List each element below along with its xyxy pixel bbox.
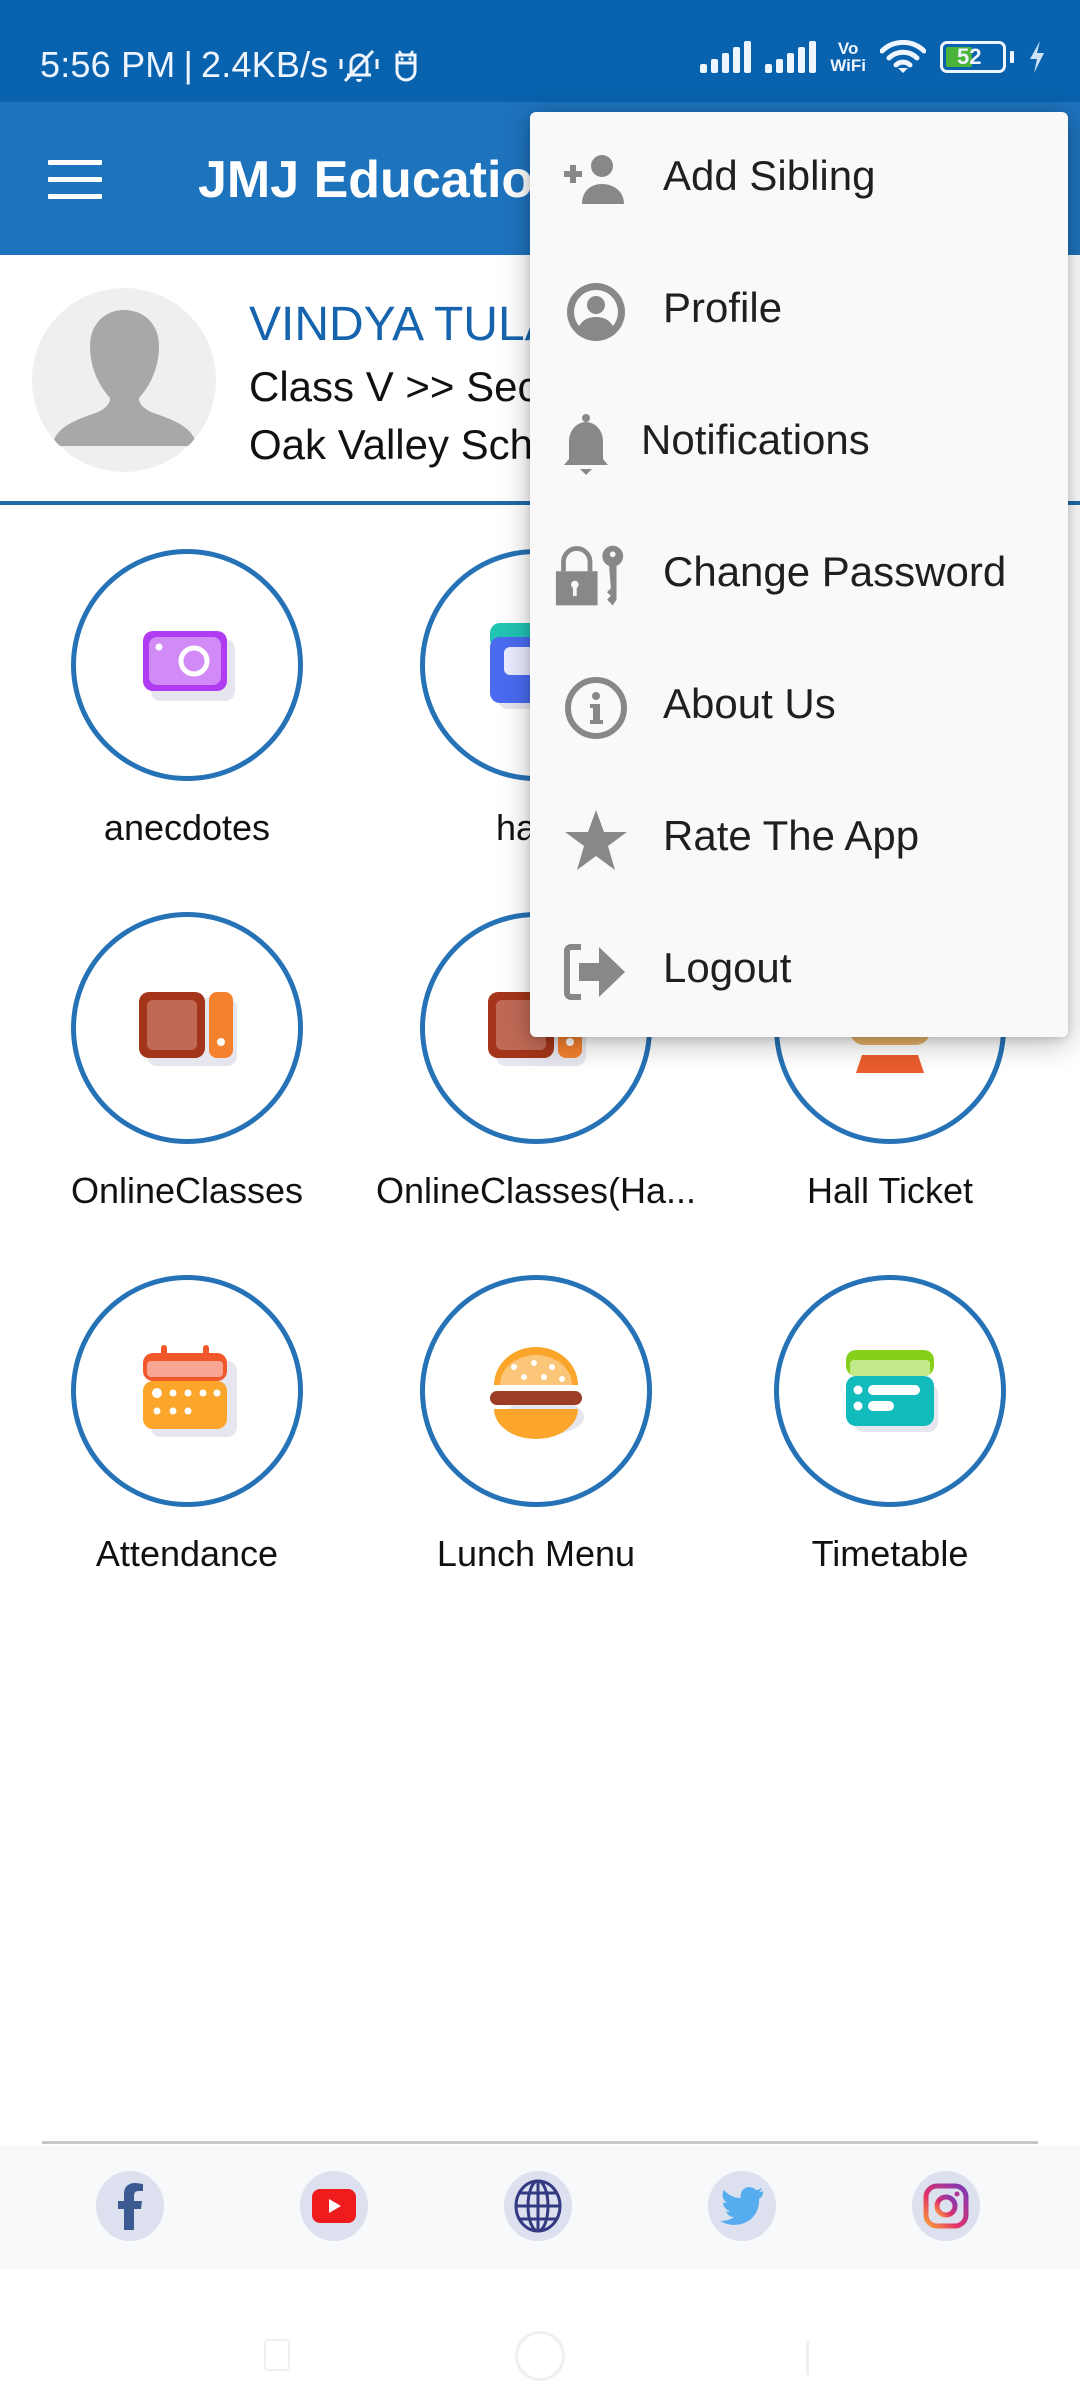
status-separator: | [183, 44, 194, 85]
student-class: Class V >> Sec [249, 363, 539, 410]
tile-ring [420, 1275, 652, 1507]
star-icon [560, 804, 632, 876]
status-left: 5:56 PM | 2.4KB/s [40, 44, 423, 86]
lock-key-icon [554, 540, 626, 612]
home-button[interactable] [515, 2331, 565, 2381]
tile-online-classes[interactable]: OnlineClasses [22, 912, 352, 1242]
tile-anecdotes[interactable]: anecdotes [22, 549, 352, 879]
menu-item-label: Notifications [641, 416, 870, 463]
battery-level: 52 [957, 44, 982, 69]
tile-attendance[interactable]: Attendance [22, 1275, 352, 1605]
tile-ring [71, 549, 303, 781]
tile-label: Lunch Menu [436, 1533, 636, 1574]
tile-label: Hall Ticket [806, 1170, 974, 1211]
facebook-icon[interactable] [96, 2171, 164, 2241]
menu-item-change-password[interactable]: Change Password [530, 508, 1068, 640]
vowifi-icon: Vo WiFi [830, 40, 866, 74]
tile-label: OnlineClasses [70, 1170, 304, 1211]
recents-button[interactable] [264, 2339, 290, 2371]
calendar-icon [143, 1345, 237, 1437]
person-silhouette-icon [52, 310, 197, 446]
menu-item-label: Profile [663, 284, 783, 331]
bell-muted-icon [339, 49, 379, 83]
tile-timetable[interactable]: Timetable [725, 1275, 1055, 1605]
tile-lunch-menu[interactable]: Lunch Menu [371, 1275, 701, 1605]
student-name: VINDYA TULA [249, 298, 557, 351]
vowifi-top: Vo [837, 39, 859, 58]
youtube-icon[interactable] [300, 2171, 368, 2241]
signal-icon [700, 41, 752, 73]
bell-icon [550, 408, 622, 480]
camera-icon [143, 631, 235, 701]
tile-label: Attendance [95, 1533, 279, 1574]
online-classes-icon [139, 992, 237, 1066]
globe-icon[interactable] [504, 2171, 572, 2241]
footer-divider [42, 2141, 1038, 2144]
vowifi-bottom: WiFi [830, 56, 866, 75]
menu-item-rate-the-app[interactable]: Rate The App [530, 772, 1068, 904]
menu-item-label: About Us [663, 680, 836, 727]
student-school: Oak Valley Sch [249, 421, 534, 468]
system-nav-bar [0, 2269, 1080, 2400]
add-person-icon [560, 144, 632, 216]
menu-item-label: Change Password [663, 548, 1007, 595]
social-bar [0, 2145, 1080, 2269]
menu-item-notifications[interactable]: Notifications [530, 376, 1068, 508]
burger-icon [490, 1347, 584, 1439]
tile-ring [71, 1275, 303, 1507]
hamburger-icon[interactable] [48, 160, 102, 199]
menu-item-label: Rate The App [663, 812, 920, 859]
app-title: JMJ Education [198, 151, 565, 209]
tile-label: Timetable [811, 1533, 969, 1574]
menu-item-add-sibling[interactable]: Add Sibling [530, 112, 1068, 244]
menu-item-label: Add Sibling [663, 152, 876, 199]
account-circle-icon [560, 276, 632, 348]
status-time: 5:56 PM [40, 44, 176, 85]
menu-item-label: Logout [663, 944, 792, 991]
tile-label: anecdotes [103, 807, 271, 848]
status-bar: 5:56 PM | 2.4KB/s Vo WiFi 52 [0, 0, 1080, 102]
battery-icon: 52 [940, 41, 1006, 73]
menu-item-about-us[interactable]: About Us [530, 640, 1068, 772]
charging-icon [1030, 41, 1044, 73]
tile-ring [71, 912, 303, 1144]
twitter-icon[interactable] [708, 2171, 776, 2241]
menu-item-logout[interactable]: Logout [530, 904, 1068, 1036]
tile-ring [774, 1275, 1006, 1507]
signal-icon [765, 41, 817, 73]
instagram-icon[interactable] [912, 2171, 980, 2241]
battery-tip [1010, 51, 1014, 63]
network-speed: 2.4KB/s [201, 44, 329, 85]
timetable-icon [846, 1350, 938, 1432]
android-debug-icon [395, 50, 417, 82]
wifi-icon [880, 40, 926, 73]
info-icon [560, 672, 632, 744]
logout-icon [560, 936, 632, 1008]
tile-label: OnlineClasses(Ha... [375, 1170, 697, 1211]
menu-item-profile[interactable]: Profile [530, 244, 1068, 376]
overflow-menu: Add Sibling Profile Notifications Change… [530, 112, 1068, 1037]
avatar [32, 288, 216, 472]
back-button[interactable] [775, 2341, 809, 2375]
status-right: Vo WiFi 52 [700, 40, 1046, 74]
